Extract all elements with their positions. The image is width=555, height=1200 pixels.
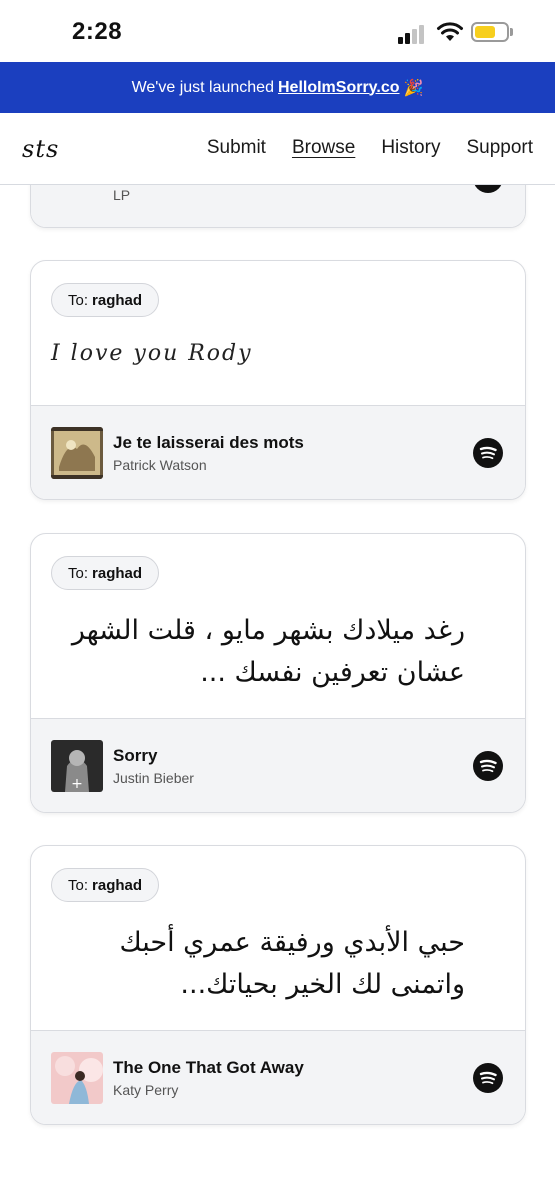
svg-text:+: + [71,776,83,792]
nav-submit[interactable]: Submit [207,137,266,159]
status-bar: 2:28 [0,0,555,62]
to-label: To: [68,876,89,894]
top-nav: sts Submit Browse History Support [0,113,555,185]
recipient-name: raghad [92,564,143,582]
status-time: 2:28 [72,18,123,45]
logo[interactable]: sts [22,135,59,163]
album-cover [51,1052,103,1104]
wifi-icon [437,22,463,41]
spotify-icon[interactable] [473,751,503,781]
song-title: Je te laisserai des mots [113,433,304,452]
to-label: To: [68,564,89,582]
banner-text: We've just launched [131,78,274,96]
song-row[interactable]: Je te laisserai des mots Patrick Watson [31,405,525,499]
recipient-pill: To: raghad [51,283,160,317]
recipient-name: raghad [92,876,143,894]
song-row[interactable]: + Sorry Justin Bieber [31,718,525,812]
song-artist: LP [113,187,131,203]
song-title: The One That Got Away [113,1058,304,1077]
spotify-icon[interactable] [473,1063,503,1093]
message-text: I love you Rody [51,341,253,366]
party-popper-icon: 🎉 [403,79,424,97]
recipient-pill: To: raghad [51,556,160,590]
nav-links: Submit Browse History Support [207,137,533,159]
nav-support[interactable]: Support [466,137,533,159]
signal-icon [398,24,428,44]
message-text: رغد ميلادك بشهر مايو ، قلت الشهر عشان تع… [71,615,465,688]
recipient-pill: To: raghad [51,868,160,902]
banner-link[interactable]: HelloImSorry.co [278,79,400,97]
song-artist: Justin Bieber [113,770,194,786]
nav-history[interactable]: History [381,137,440,159]
recipient-name: raghad [92,291,143,309]
nav-browse[interactable]: Browse [292,137,355,159]
message-card[interactable]: To: raghad حبي الأبدي ورفيقة عمري أحبك و… [30,845,526,1125]
message-card[interactable]: To: raghad رغد ميلادك بشهر مايو ، قلت ال… [30,533,526,813]
song-row[interactable]: The One That Got Away Katy Perry [31,1030,525,1124]
battery-cap [510,28,513,36]
battery-icon [471,22,509,42]
announcement-banner: We've just launched HelloImSorry.co 🎉 [0,62,555,113]
spotify-icon[interactable] [473,438,503,468]
message-card[interactable]: To: raghad I love you Rody Je te laisser… [30,260,526,500]
song-title: Sorry [113,746,158,765]
song-artist: Patrick Watson [113,457,207,473]
album-cover: + [51,740,103,792]
album-cover [51,427,103,479]
song-artist: Katy Perry [113,1082,179,1098]
message-text: حبي الأبدي ورفيقة عمري أحبك واتمنى لك ال… [119,927,465,1000]
to-label: To: [68,291,89,309]
